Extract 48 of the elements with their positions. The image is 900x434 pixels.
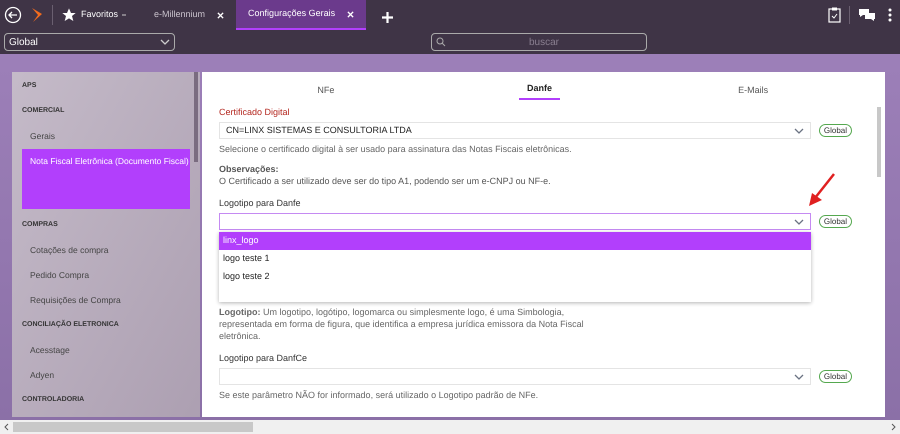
field-hint: Se este parâmetro NÃO for informado, será utilizado o Logotipo padrão de NFe. xyxy=(219,389,540,401)
dropdown-option[interactable]: linx_logo xyxy=(219,232,811,250)
chevron-down-icon xyxy=(794,374,804,380)
content-tab[interactable]: E-Mails xyxy=(730,80,776,100)
field-label: Logotipo para DanfCe xyxy=(219,352,308,364)
note-title: Observações: xyxy=(219,163,279,175)
star-icon xyxy=(61,7,77,23)
annotation-arrow-icon xyxy=(807,172,837,208)
logo-icon[interactable] xyxy=(30,7,44,23)
close-icon[interactable] xyxy=(347,10,354,18)
sidebar-item[interactable]: Nota Fiscal Eletrônica (Documento Fiscal) xyxy=(22,149,190,209)
scroll-left-icon[interactable] xyxy=(4,423,9,431)
chevron-down-icon xyxy=(160,39,170,45)
sidebar-item[interactable]: Adyen xyxy=(22,363,190,388)
scope-badge: Global xyxy=(818,370,852,383)
field-label: Certificado Digital xyxy=(219,106,290,118)
plus-icon[interactable] xyxy=(382,12,394,22)
search-icon xyxy=(436,37,446,47)
dropdown-option[interactable]: logo teste 2 xyxy=(219,268,811,286)
app-tab[interactable]: e-Millennium xyxy=(142,0,236,30)
close-icon[interactable] xyxy=(217,12,224,18)
clipboard-icon[interactable] xyxy=(828,7,841,23)
horizontal-scrollbar[interactable] xyxy=(0,420,900,434)
field-hint: Logotipo: Um logotipo, logótipo, logomarca ou simplesmente logo, é uma Simbologia, representada em forma de figura, que identifica a empresa jurídica emissora da Nota Fiscal eletrônica. xyxy=(219,306,585,342)
sidebar-item[interactable]: Requisições de Compra xyxy=(22,288,190,313)
scope-badge: Global xyxy=(818,215,852,228)
field-label: Logotipo para Danfe xyxy=(219,197,301,209)
sidebar-item[interactable]: Cotações de compra xyxy=(22,238,190,263)
sidebar-item[interactable]: Gerais xyxy=(22,124,190,149)
chat-icon[interactable] xyxy=(858,8,876,22)
chevron-down-icon xyxy=(794,218,804,224)
select-field[interactable]: CN=LINX SISTEMAS E CONSULTORIA LTDA xyxy=(219,122,811,139)
content-tab[interactable]: NFe xyxy=(309,80,342,100)
scope-select[interactable]: Global xyxy=(4,33,175,51)
more-icon[interactable] xyxy=(888,8,892,22)
dropdown-option[interactable]: logo teste 1 xyxy=(219,250,811,268)
field-hint: Selecione o certificado digital à ser usado para assinatura das Notas Fiscais eletrônicas. xyxy=(219,143,573,155)
back-icon[interactable] xyxy=(4,6,22,24)
scroll-right-icon[interactable] xyxy=(891,423,896,431)
favorites-menu[interactable]: Favoritos xyxy=(81,8,126,22)
app-tab[interactable]: Configurações Gerais xyxy=(236,0,366,30)
note-text: O Certificado a ser utilizado deve ser do tipo A1, podendo ser um e-CNPJ ou NF-e. xyxy=(219,175,551,187)
sidebar-item[interactable]: Acesstage xyxy=(22,338,190,363)
sidebar-item[interactable]: Pedido Compra xyxy=(22,263,190,288)
select-field[interactable] xyxy=(219,213,811,230)
chevron-down-icon xyxy=(794,128,804,134)
content-tab[interactable]: Danfe xyxy=(519,78,560,100)
scope-badge: Global xyxy=(818,124,852,137)
